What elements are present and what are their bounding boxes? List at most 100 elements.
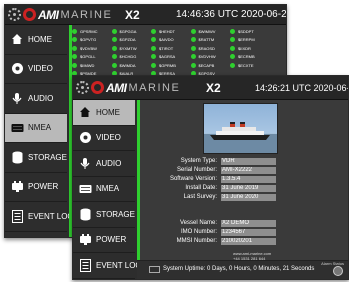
nmea-sentence-label: $RATTM	[198, 37, 215, 42]
nmea-sentence: $TIROT	[151, 44, 173, 52]
status-dot-icon	[230, 28, 235, 34]
logo: AMI MARINE	[8, 7, 112, 22]
info-value: VDR	[221, 158, 276, 165]
nmea-sentence: $HCHDG	[111, 53, 137, 61]
nmea-sentence-label: $IIXDR	[238, 45, 251, 51]
status-dot-icon	[230, 37, 235, 42]
nav-item-label: EVENT LOG	[96, 260, 142, 270]
info-label: System Type:	[180, 158, 217, 164]
nmea-sentence-label: $HCHDG	[119, 54, 137, 59]
nav-item-label: STORAGE	[28, 152, 67, 162]
sidebar: HOME VIDEO AUDIO NMEA STORAGE POWER EVENT LOG	[73, 100, 142, 279]
info-label: IMO Number:	[180, 229, 217, 235]
nav-item-video[interactable]: VIDEO	[5, 55, 67, 84]
nmea-sentence: $AGRSA	[151, 53, 175, 61]
status-dot-icon	[190, 62, 196, 68]
nav-item-label: EVENT LOG	[28, 211, 74, 221]
storage-icon	[10, 150, 24, 164]
info-value: 210020201	[221, 238, 276, 245]
status-dot-icon	[151, 28, 156, 34]
nav-item-label: AUDIO	[96, 158, 122, 168]
status-dot-icon	[230, 45, 235, 51]
nav-item-audio[interactable]: AUDIO	[5, 84, 67, 114]
nav-item-power[interactable]: POWER	[73, 228, 135, 253]
event-log-icon	[78, 258, 92, 272]
nmea-sentence-label: $GPRMB	[159, 62, 176, 68]
brand-name: AMI	[38, 7, 59, 22]
info-label: Serial Number:	[176, 167, 217, 173]
nmea-sentence: $VDVHW	[190, 53, 216, 61]
nmea-sentence: $GPZDA	[111, 36, 136, 44]
nav-item-label: NMEA	[96, 184, 120, 194]
storage-icon	[78, 207, 92, 221]
nmea-sentence-label: $AGRSA	[159, 54, 176, 59]
settings-gear-icon[interactable]	[8, 8, 21, 21]
nmea-sentence: $WIMWV	[190, 27, 216, 35]
status-dot-icon	[72, 62, 77, 68]
home-icon	[78, 105, 92, 119]
keyboard-icon[interactable]	[149, 266, 160, 273]
nav-item-home[interactable]: HOME	[5, 25, 67, 55]
status-dot-icon	[72, 45, 77, 51]
nav-item-power[interactable]: POWER	[5, 173, 67, 202]
status-dot-icon	[72, 28, 77, 34]
status-dot-icon	[151, 37, 156, 42]
status-dot-icon	[190, 37, 196, 42]
nmea-sentence-label: $WIMWV	[198, 28, 216, 34]
clock: 14:26:21 UTC 2020-06-23	[255, 83, 348, 93]
status-bar: System Uptime: 0 Days, 0 Hours, 0 Minute…	[137, 260, 348, 279]
clock: 14:46:36 UTC 2020-06-23	[176, 9, 287, 20]
nav-item-label: POWER	[96, 235, 127, 245]
nmea-sentence-label: $WIMDA	[119, 62, 136, 68]
nav-item-storage[interactable]: STORAGE	[5, 143, 67, 173]
status-dot-icon	[72, 37, 77, 42]
info-value: X2 DEMO	[221, 220, 276, 227]
brand-subtitle: MARINE	[128, 81, 181, 94]
alarm-status-icon[interactable]	[333, 266, 343, 276]
nav-item-event-log[interactable]: EVENT LOG	[5, 202, 74, 232]
status-dot-icon	[111, 62, 117, 68]
nmea-sentence: $GPRMB	[151, 61, 176, 69]
sidebar: HOME VIDEO AUDIO NMEA STORAGE POWER EVENT LOG	[5, 25, 74, 237]
nav-item-label: STORAGE	[96, 209, 135, 219]
info-value: AMI-X2222	[221, 167, 276, 174]
nmea-sentence: $ERRPM	[230, 36, 255, 44]
status-dot-icon	[72, 54, 77, 59]
nav-item-video[interactable]: VIDEO	[73, 126, 135, 151]
nav-item-label: HOME	[96, 107, 120, 117]
nav-item-nmea[interactable]: NMEA	[5, 113, 67, 143]
brand-subtitle: MARINE	[60, 8, 113, 21]
nav-item-audio[interactable]: AUDIO	[73, 151, 135, 177]
settings-gear-icon[interactable]	[76, 81, 89, 94]
nmea-sentence-label: $SDDPT	[238, 28, 254, 34]
nmea-icon	[10, 121, 24, 135]
alarm-status-label: Alarm Status	[321, 261, 344, 266]
nav-item-storage[interactable]: STORAGE	[73, 202, 135, 228]
video-icon	[78, 131, 92, 145]
nav-item-event-log[interactable]: EVENT LOG	[73, 253, 142, 279]
nmea-sentence: $ECXTE	[230, 61, 254, 69]
logo: AMI MARINE	[76, 80, 180, 95]
model-name: X2	[125, 8, 140, 22]
nmea-sentence-label: $VDVBW	[80, 45, 97, 51]
nmea-sentence-label: GPSRMC	[80, 28, 98, 34]
vessel-photo	[203, 103, 278, 154]
nmea-sentence: $SDDPT	[230, 27, 254, 35]
power-icon	[10, 180, 24, 194]
nav-item-nmea[interactable]: NMEA	[73, 177, 135, 202]
status-dot-icon	[151, 45, 156, 51]
ami-logo-icon	[91, 81, 104, 94]
nmea-sentence-label: $GPGLL	[80, 54, 96, 59]
header-bar: AMI MARINE X2 14:26:21 UTC 2020-06-23	[73, 76, 348, 100]
nmea-sentence-label: $TIROT	[159, 45, 174, 51]
status-dot-icon	[111, 54, 117, 59]
nav-item-home[interactable]: HOME	[73, 100, 135, 126]
info-label: Software Version:	[169, 176, 217, 182]
status-dot-icon	[151, 62, 156, 68]
nav-item-label: HOME	[28, 34, 52, 44]
nmea-sentence-label: $ERRPM	[238, 37, 255, 42]
nav-item-label: VIDEO	[28, 64, 53, 74]
header-bar: AMI MARINE X2 14:46:36 UTC 2020-06-23	[5, 5, 286, 25]
nmea-sentence-label: $VDVHW	[198, 54, 216, 59]
nmea-sentence: $VDVBW	[72, 44, 97, 52]
